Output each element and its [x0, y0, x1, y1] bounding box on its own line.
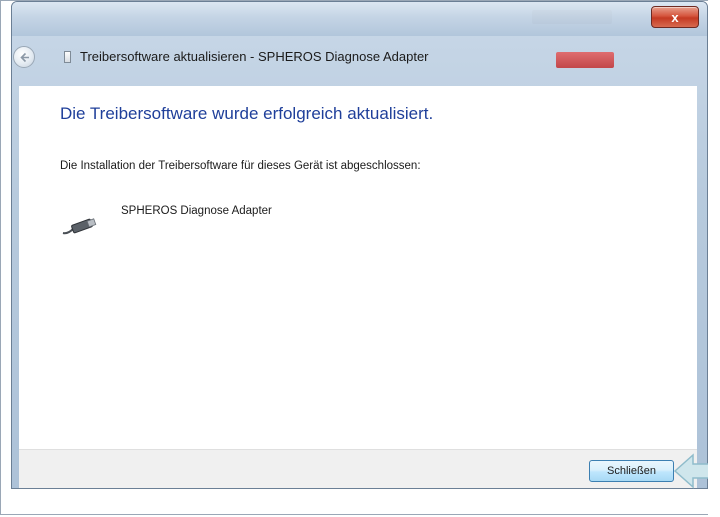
installation-complete-text: Die Installation der Treibersoftware für… [60, 160, 421, 172]
window-close-button[interactable]: x [651, 6, 699, 28]
content-panel [19, 86, 697, 449]
background-window-buttons [532, 10, 612, 24]
back-button[interactable] [13, 46, 35, 68]
success-headline: Die Treibersoftware wurde erfolgreich ak… [60, 104, 434, 123]
device-name: SPHEROS Diagnose Adapter [121, 205, 272, 217]
background-window-title [142, 8, 402, 20]
title-bar: x [12, 2, 707, 36]
back-arrow-icon [20, 52, 29, 63]
device-small-icon [64, 51, 71, 63]
background-window-edge [708, 0, 718, 515]
dialog-title: Treibersoftware aktualisieren - SPHEROS … [80, 49, 429, 64]
close-button[interactable]: Schließen [589, 460, 674, 482]
usb-cable-icon [62, 218, 97, 235]
background-close-button [556, 52, 614, 68]
